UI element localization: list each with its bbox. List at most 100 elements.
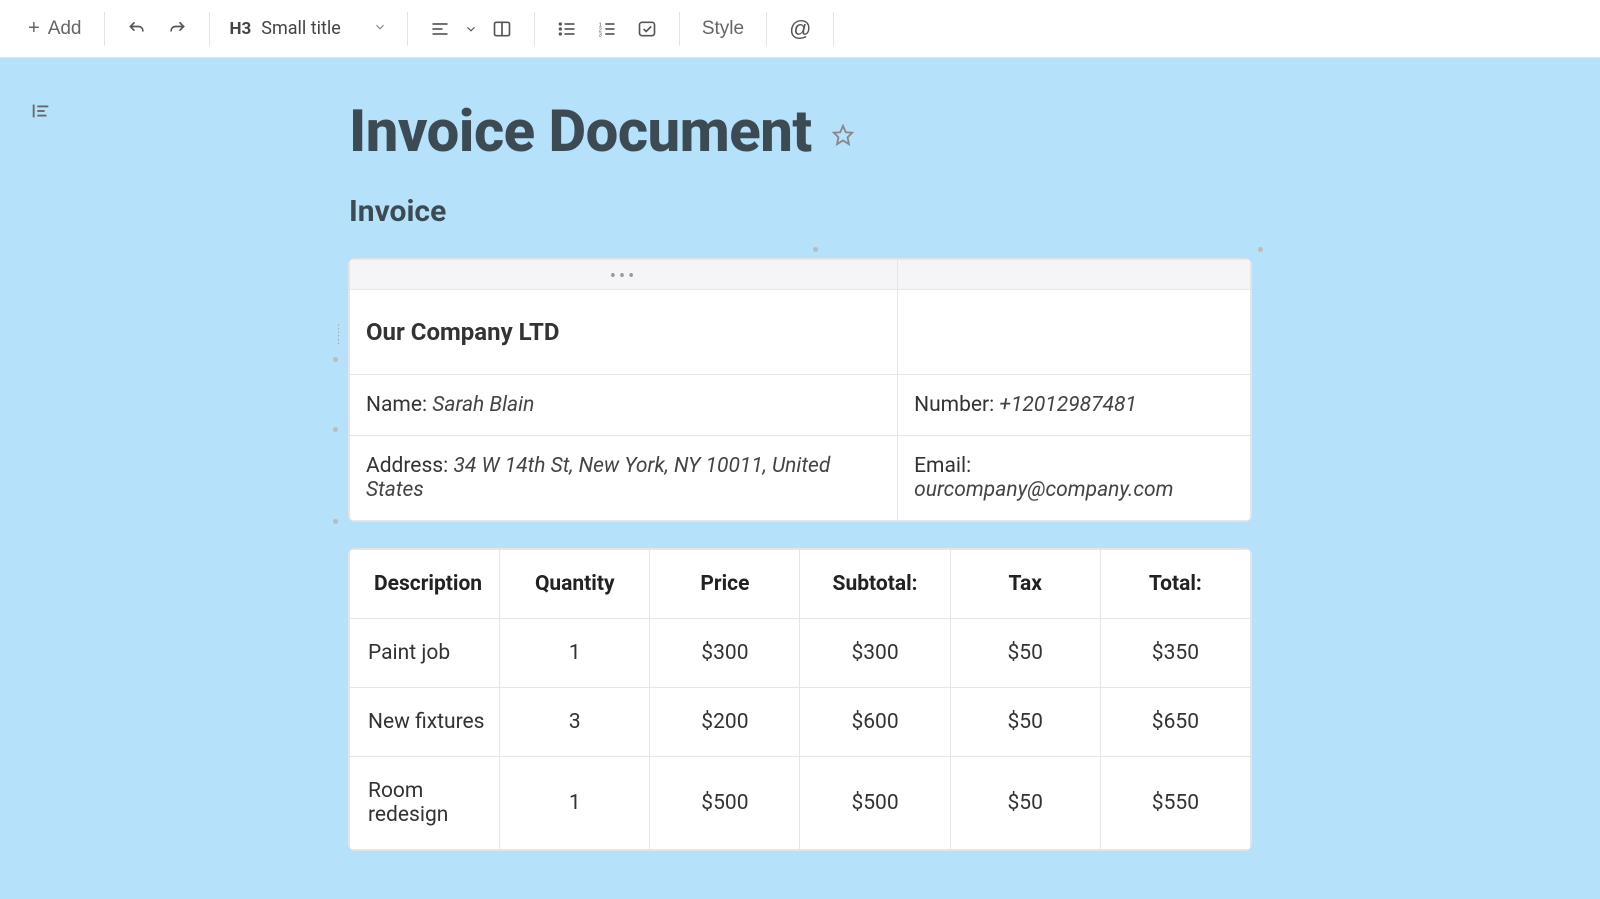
column-options[interactable] <box>898 260 1251 290</box>
field-label: Number: <box>914 393 994 417</box>
separator <box>104 12 105 46</box>
column-options[interactable]: ••• <box>350 260 898 290</box>
title-row: Invoice Document <box>349 98 1251 166</box>
cell-subtotal[interactable]: $500 <box>800 757 950 850</box>
at-icon: @ <box>789 16 811 42</box>
row-handle[interactable] <box>333 427 338 432</box>
col-total[interactable]: Total: <box>1100 550 1250 619</box>
row-handle[interactable] <box>333 357 338 362</box>
bullet-list-button[interactable] <box>547 11 587 47</box>
company-info-table[interactable]: ••• Our Company LTD Name: Sarah Blain Nu… <box>349 259 1251 521</box>
company-info-block: ⋮⋮ ••• Our Company LTD Name: Sarah Blain <box>349 259 1251 521</box>
align-left-icon <box>430 19 450 39</box>
cell-price[interactable]: $500 <box>650 757 800 850</box>
col-quantity[interactable]: Quantity <box>500 550 650 619</box>
table-row: New fixtures3$200$600$50$650 <box>350 688 1251 757</box>
row-handle[interactable] <box>333 519 338 524</box>
outline-toggle[interactable] <box>30 100 52 126</box>
resize-handle[interactable] <box>813 247 818 252</box>
field-label: Email: <box>914 454 971 478</box>
col-subtotal[interactable]: Subtotal: <box>800 550 950 619</box>
align-button[interactable] <box>420 11 460 47</box>
redo-button[interactable] <box>157 11 197 47</box>
col-description[interactable]: Description <box>350 550 500 619</box>
company-name-cell[interactable]: Our Company LTD <box>350 290 898 375</box>
layout-button[interactable] <box>482 11 522 47</box>
page-title[interactable]: Invoice Document <box>349 98 812 166</box>
cell-description[interactable]: Room redesign <box>350 757 500 850</box>
resize-handle[interactable] <box>1258 247 1263 252</box>
separator <box>766 12 767 46</box>
style-label: Style <box>702 18 744 40</box>
table-row: ••• <box>350 260 1251 290</box>
field-label: Name: <box>366 393 427 417</box>
field-value: Sarah Blain <box>432 393 534 417</box>
columns-icon <box>492 19 512 39</box>
address-cell[interactable]: Address: 34 W 14th St, New York, NY 1001… <box>350 436 898 521</box>
plus-icon: + <box>28 17 40 40</box>
cell-total[interactable]: $650 <box>1100 688 1250 757</box>
cell-quantity[interactable]: 3 <box>500 688 650 757</box>
email-cell[interactable]: Email: ourcompany@company.com <box>898 436 1251 521</box>
cell-tax[interactable]: $50 <box>950 757 1100 850</box>
invoice-items-table[interactable]: Description Quantity Price Subtotal: Tax… <box>349 549 1251 850</box>
field-value: +12012987481 <box>999 393 1136 417</box>
chevron-down-icon <box>373 19 387 38</box>
field-label: Address: <box>366 454 448 478</box>
separator <box>833 12 834 46</box>
editor-toolbar: + Add H3 Small title 123 Style @ <box>0 0 1600 58</box>
contact-name-cell[interactable]: Name: Sarah Blain <box>350 375 898 436</box>
numbered-list-button[interactable]: 123 <box>587 11 627 47</box>
bullet-list-icon <box>557 19 577 39</box>
star-icon <box>832 124 854 146</box>
field-value: ourcompany@company.com <box>914 478 1173 502</box>
cell-total[interactable]: $550 <box>1100 757 1250 850</box>
chevron-down-icon <box>464 22 478 36</box>
table-row: Address: 34 W 14th St, New York, NY 1001… <box>350 436 1251 521</box>
separator <box>407 12 408 46</box>
table-header-row: Description Quantity Price Subtotal: Tax… <box>350 550 1251 619</box>
drag-handle[interactable]: ⋮⋮ <box>333 323 344 345</box>
cell-price[interactable]: $300 <box>650 619 800 688</box>
phone-cell[interactable]: Number: +12012987481 <box>898 375 1251 436</box>
table-row: Room redesign1$500$500$50$550 <box>350 757 1251 850</box>
cell-tax[interactable]: $50 <box>950 619 1100 688</box>
mention-button[interactable]: @ <box>779 11 821 47</box>
cell-subtotal[interactable]: $300 <box>800 619 950 688</box>
add-button[interactable]: + Add <box>18 11 92 47</box>
undo-icon <box>127 19 147 39</box>
section-heading[interactable]: Invoice <box>349 194 1251 229</box>
table-row: Name: Sarah Blain Number: +12012987481 <box>350 375 1251 436</box>
numbered-list-icon: 123 <box>597 19 617 39</box>
cell-quantity[interactable]: 1 <box>500 757 650 850</box>
document: Invoice Document Invoice ⋮⋮ ••• Our Comp… <box>349 98 1251 850</box>
checklist-button[interactable] <box>627 11 667 47</box>
col-price[interactable]: Price <box>650 550 800 619</box>
favorite-button[interactable] <box>832 114 854 150</box>
col-tax[interactable]: Tax <box>950 550 1100 619</box>
table-row: Paint job1$300$300$50$350 <box>350 619 1251 688</box>
cell-description[interactable]: New fixtures <box>350 688 500 757</box>
redo-icon <box>167 19 187 39</box>
cell-total[interactable]: $350 <box>1100 619 1250 688</box>
separator <box>534 12 535 46</box>
heading-prefix: H3 <box>230 19 252 39</box>
heading-selector[interactable]: H3 Small title <box>222 11 395 47</box>
undo-button[interactable] <box>117 11 157 47</box>
empty-cell[interactable] <box>898 290 1251 375</box>
separator <box>209 12 210 46</box>
align-dropdown[interactable] <box>460 11 482 47</box>
cell-subtotal[interactable]: $600 <box>800 688 950 757</box>
style-button[interactable]: Style <box>692 11 754 47</box>
cell-price[interactable]: $200 <box>650 688 800 757</box>
document-canvas: Invoice Document Invoice ⋮⋮ ••• Our Comp… <box>0 58 1600 899</box>
checkbox-icon <box>637 19 657 39</box>
cell-quantity[interactable]: 1 <box>500 619 650 688</box>
add-label: Add <box>48 18 82 40</box>
separator <box>679 12 680 46</box>
svg-text:3: 3 <box>598 32 601 38</box>
heading-label: Small title <box>261 18 341 39</box>
cell-tax[interactable]: $50 <box>950 688 1100 757</box>
cell-description[interactable]: Paint job <box>350 619 500 688</box>
table-row: Our Company LTD <box>350 290 1251 375</box>
